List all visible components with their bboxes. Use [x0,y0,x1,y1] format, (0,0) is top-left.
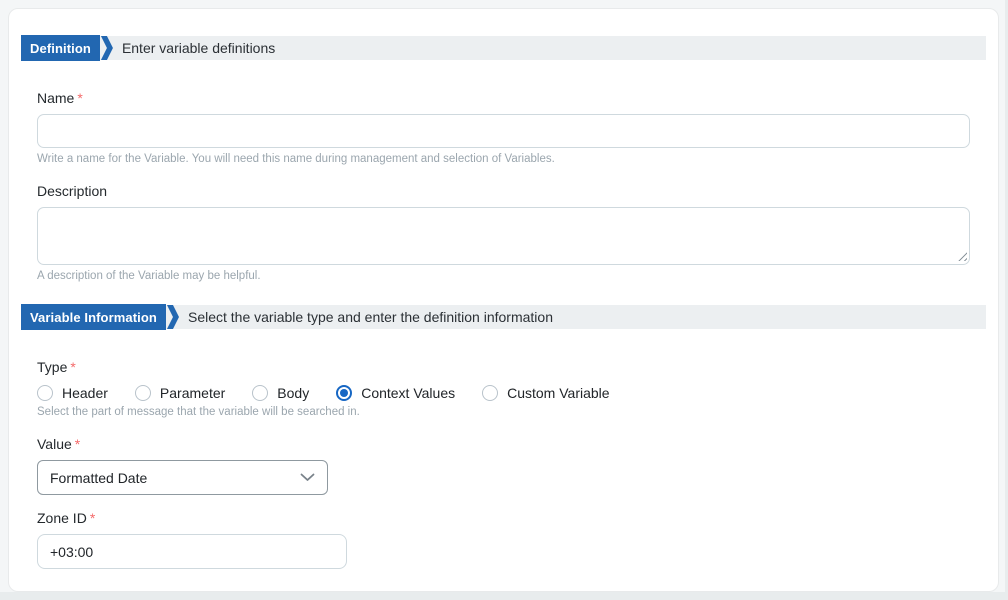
name-label: Name* [37,90,970,106]
value-select-selected-option: Formatted Date [50,470,147,486]
radio-context-values[interactable]: Context Values [336,385,455,401]
definition-badge: Definition [21,35,100,61]
required-asterisk: * [77,90,82,106]
type-label: Type* [37,359,970,375]
chevron-down-icon [300,473,315,482]
radio-parameter[interactable]: Parameter [135,385,225,401]
radio-context-values-label: Context Values [361,385,455,401]
variable-information-badge-label: Variable Information [30,310,157,325]
zone-id-label-text: Zone ID [37,510,87,526]
required-asterisk: * [90,510,95,526]
radio-custom-variable-label: Custom Variable [507,385,609,401]
section-header-variable-information: Variable Information Select the variable… [21,305,986,329]
description-label: Description [37,183,970,199]
radio-unselected-icon [135,385,151,401]
description-textarea-wrap [37,207,970,265]
definition-badge-label: Definition [30,41,91,56]
form-card: Definition Enter variable definitions Na… [8,8,999,592]
badge-arrow-icon [101,36,113,60]
radio-header-label: Header [62,385,108,401]
section-description: Select the variable type and enter the d… [188,309,553,325]
name-input[interactable] [37,114,970,148]
type-radio-group: Header Parameter Body Context Values Cus… [37,385,970,401]
zone-id-label: Zone ID* [37,510,970,526]
value-label-text: Value [37,436,72,452]
description-label-text: Description [37,183,107,199]
radio-unselected-icon [37,385,53,401]
variable-information-badge: Variable Information [21,304,166,330]
zone-id-input[interactable] [37,534,347,569]
type-label-text: Type [37,359,67,375]
type-help-text: Select the part of message that the vari… [37,406,970,419]
radio-unselected-icon [482,385,498,401]
radio-body[interactable]: Body [252,385,309,401]
radio-header[interactable]: Header [37,385,108,401]
section-description: Enter variable definitions [122,40,275,56]
radio-parameter-label: Parameter [160,385,225,401]
bottom-strip [0,592,1008,600]
section-header-definition: Definition Enter variable definitions [21,36,986,60]
value-label: Value* [37,436,970,452]
description-textarea[interactable] [37,207,970,265]
description-help-text: A description of the Variable may be hel… [37,270,970,283]
name-help-text: Write a name for the Variable. You will … [37,153,970,166]
radio-unselected-icon [252,385,268,401]
radio-custom-variable[interactable]: Custom Variable [482,385,609,401]
value-select[interactable]: Formatted Date [37,460,328,495]
radio-body-label: Body [277,385,309,401]
name-label-text: Name [37,90,74,106]
required-asterisk: * [70,359,75,375]
badge-arrow-icon [167,305,179,329]
required-asterisk: * [75,436,80,452]
radio-selected-icon [336,385,352,401]
